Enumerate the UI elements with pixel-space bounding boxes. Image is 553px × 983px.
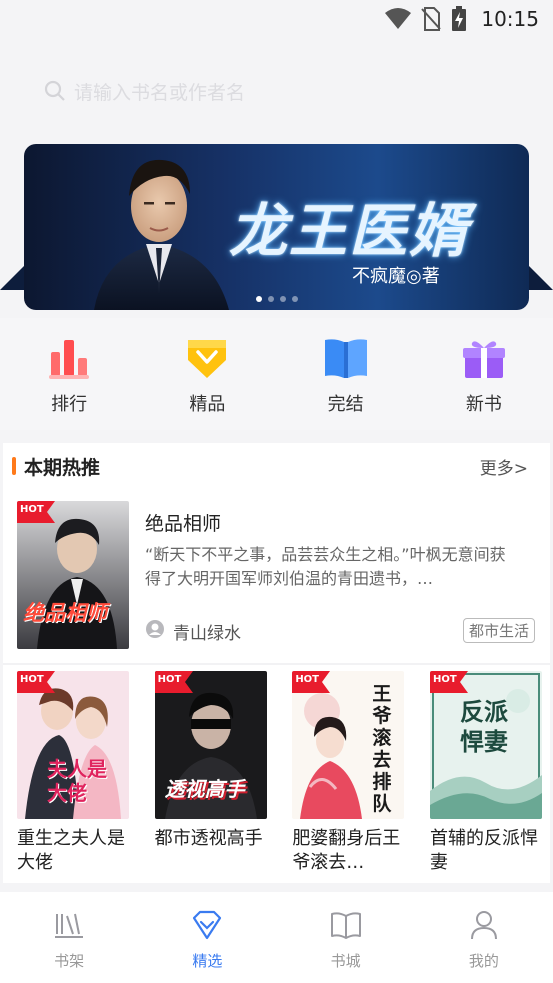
bottom-tab-bar: 书架 精选 书城 我的	[0, 892, 553, 983]
search-input[interactable]	[74, 82, 474, 104]
book-card[interactable]: HOT 反派悍妻 首辅的反派悍妻	[429, 671, 542, 881]
banner-slide[interactable]: 龙王医婿 不疯魔◎著	[24, 144, 529, 310]
category-premium[interactable]: 精品	[157, 336, 257, 430]
category-nav: 排行 精品 完结 新书	[0, 318, 553, 430]
cover-title: 透视高手	[164, 777, 245, 801]
no-sim-icon	[421, 7, 442, 31]
search-bar[interactable]	[34, 70, 514, 116]
cover-title: 反派悍妻	[459, 697, 508, 756]
tab-label: 书城	[330, 952, 361, 970]
more-link[interactable]: 更多>	[480, 454, 528, 479]
tab-bookstore[interactable]: 书城	[306, 910, 386, 971]
hot-recommend-section: 本期热推 更多> HOT 绝品相师 绝品相师 “断天下不平之事，品芸芸众生之相。…	[3, 443, 550, 883]
tab-label: 书架	[54, 952, 85, 970]
featured-book[interactable]: HOT 绝品相师 绝品相师 “断天下不平之事，品芸芸众生之相。”叶枫无意间获得了…	[17, 501, 537, 651]
book-cover[interactable]: HOT 王爷滚去排队	[292, 671, 405, 819]
diamond-icon	[191, 910, 223, 944]
cover-title: 夫人是大佬	[47, 757, 107, 805]
open-book-icon	[323, 336, 369, 380]
book-cover[interactable]: HOT 绝品相师	[17, 501, 129, 649]
category-ranking[interactable]: 排行	[19, 336, 119, 430]
book-description: “断天下不平之事，品芸芸众生之相。”叶枫无意间获得了大明开国军师刘伯温的青田遗书…	[145, 545, 506, 588]
battery-charging-icon	[451, 6, 467, 32]
bookshelf-icon	[53, 910, 85, 944]
book-card[interactable]: HOT 夫人是大佬 重生之夫人是大佬	[17, 671, 129, 881]
banner-character-illustration	[94, 159, 229, 310]
banner-dot[interactable]	[280, 296, 286, 302]
book-card[interactable]: HOT 王爷滚去排队 肥婆翻身后王爷滚去…	[292, 671, 405, 881]
book-grid: HOT 夫人是大佬 重生之夫人是大佬 HOT 透视高手 都市透视高手 HOT 王…	[17, 671, 542, 881]
section-title: 本期热推	[12, 453, 100, 480]
wifi-icon	[385, 8, 412, 30]
user-icon	[145, 619, 165, 644]
book-icon	[330, 910, 362, 944]
book-cover[interactable]: HOT 反派悍妻	[429, 671, 542, 819]
banner-author: 不疯魔◎著	[352, 266, 440, 287]
search-icon	[44, 80, 66, 106]
hot-badge-text: HOT	[20, 504, 44, 515]
category-label: 精品	[189, 394, 226, 415]
section-header: 本期热推 更多>	[3, 443, 550, 489]
tab-label: 我的	[468, 952, 499, 970]
category-label: 排行	[51, 394, 88, 415]
book-author: 青山绿水	[145, 619, 241, 644]
banner-carousel[interactable]: 龙王医婿 不疯魔◎著	[0, 140, 553, 315]
status-bar: 10:15	[0, 0, 553, 38]
diamond-badge-icon	[184, 336, 230, 380]
status-time: 10:15	[481, 7, 539, 31]
book-title[interactable]: 首辅的反派悍妻	[430, 827, 542, 875]
gift-icon	[461, 336, 507, 380]
book-cover[interactable]: HOT 夫人是大佬	[17, 671, 129, 819]
section-accent-bar	[12, 457, 16, 475]
genre-tag[interactable]: 都市生活	[462, 618, 535, 643]
divider	[3, 663, 550, 665]
cover-title: 绝品相师	[23, 600, 107, 625]
book-card[interactable]: HOT 透视高手 都市透视高手	[154, 671, 267, 881]
banner-dot[interactable]	[292, 296, 298, 302]
category-completed[interactable]: 完结	[296, 336, 396, 430]
book-title[interactable]: 都市透视高手	[155, 827, 267, 875]
tab-label: 精选	[192, 952, 223, 970]
ranking-bars-icon	[46, 336, 92, 380]
author-name: 青山绿水	[173, 624, 241, 644]
section-title-text: 本期热推	[24, 456, 101, 479]
banner-title: 龙王医婿	[229, 197, 470, 265]
category-label: 新书	[465, 394, 502, 415]
hot-badge-text: HOT	[20, 674, 44, 685]
hot-badge-text: HOT	[295, 674, 320, 685]
banner-dot[interactable]	[256, 296, 262, 302]
banner-pagination	[256, 296, 298, 302]
book-title[interactable]: 重生之夫人是大佬	[17, 827, 129, 875]
book-cover[interactable]: HOT 透视高手	[154, 671, 267, 819]
hot-badge-text: HOT	[432, 674, 457, 685]
tab-mine[interactable]: 我的	[444, 910, 524, 971]
category-new[interactable]: 新书	[434, 336, 534, 430]
tab-featured[interactable]: 精选	[167, 910, 247, 971]
book-title[interactable]: 绝品相师	[145, 509, 221, 536]
banner-dot[interactable]	[268, 296, 274, 302]
hot-badge-text: HOT	[157, 674, 182, 685]
book-title[interactable]: 肥婆翻身后王爷滚去…	[292, 827, 404, 875]
cover-title: 王爷滚去排队	[372, 683, 392, 815]
user-icon	[468, 910, 500, 944]
category-label: 完结	[327, 394, 364, 415]
tab-bookshelf[interactable]: 书架	[29, 910, 109, 971]
